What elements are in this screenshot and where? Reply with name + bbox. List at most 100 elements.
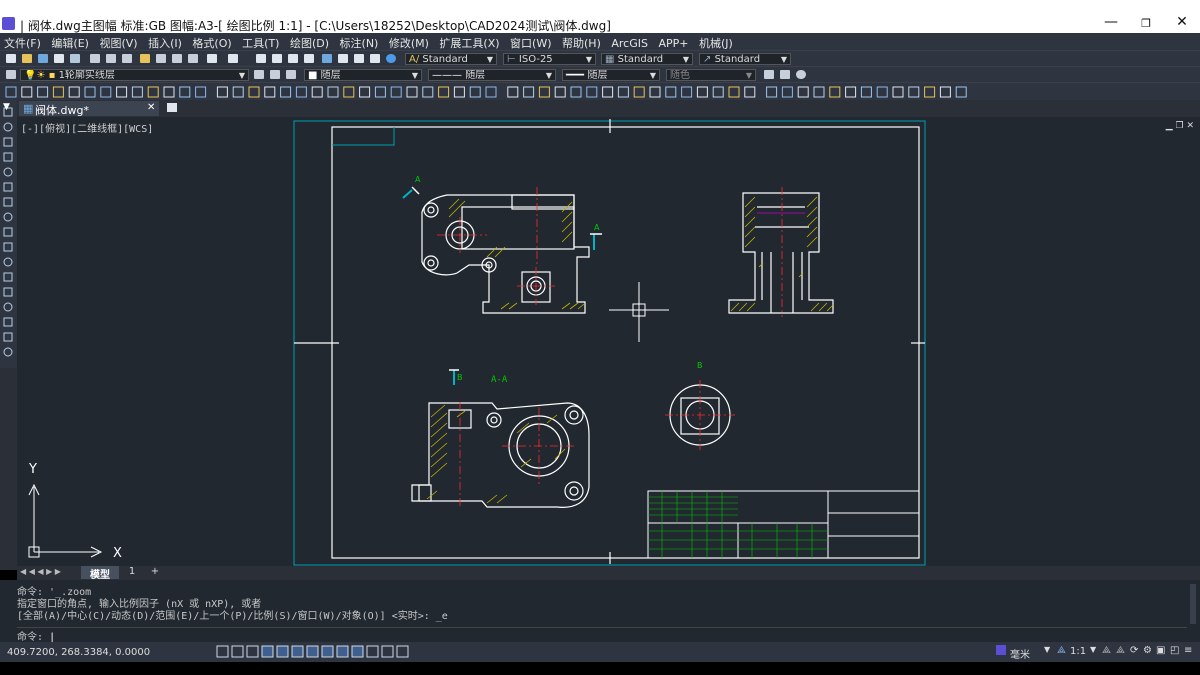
annotation-scale-icon[interactable]: ⟁ [1057,645,1066,656]
mechanical-tool-icon[interactable] [538,86,550,98]
mechanical-tool-icon[interactable] [633,86,645,98]
mechanical-tool-icon[interactable] [649,86,661,98]
table-style-select[interactable]: ▦ Standard ▼ [601,53,693,65]
mechanical-tool-icon[interactable] [523,86,535,98]
match-properties-icon[interactable] [140,54,150,63]
menu-tools[interactable]: 工具(T) [242,35,279,51]
workspace-settings-icon[interactable]: ⚙ [1143,645,1152,656]
mechanical-tool-icon[interactable] [295,86,307,98]
menu-extended-tools[interactable]: 扩展工具(X) [439,35,499,51]
brush-icon[interactable] [172,54,182,63]
mechanical-tool-icon[interactable] [68,86,80,98]
design-center-icon[interactable] [338,54,348,63]
status-toggle-icon[interactable] [336,645,349,658]
menu-draw[interactable]: 绘图(D) [290,35,329,51]
annotation-visibility-icon[interactable]: ⟁ [1102,645,1111,656]
mechanical-tool-icon[interactable] [390,86,402,98]
mechanical-tool-icon[interactable] [179,86,191,98]
mechanical-tool-icon[interactable] [924,86,936,98]
draw-tool-icon[interactable] [3,137,13,147]
preview-icon[interactable] [70,54,80,63]
draw-tool-icon[interactable] [3,227,13,237]
mechanical-tool-icon[interactable] [485,86,497,98]
mechanical-tool-icon[interactable] [5,86,17,98]
tab-model[interactable]: 模型 [81,566,119,581]
mechanical-tool-icon[interactable] [860,86,872,98]
block-icon[interactable] [156,54,166,63]
draw-tool-icon[interactable] [3,167,13,177]
draw-tool-icon[interactable] [3,317,13,327]
annotation-scale[interactable]: 1:1 [1070,646,1086,657]
layer-select[interactable]: 💡☀ ▪ 1轮廓实线层 ▼ [20,69,249,81]
draw-tool-icon[interactable] [3,347,13,357]
make-current-icon[interactable] [254,70,264,79]
mechanical-tool-icon[interactable] [438,86,450,98]
measure-icon[interactable] [764,70,774,79]
mechanical-tool-icon[interactable] [797,86,809,98]
linetype-select[interactable]: ——— 随层 ▼ [428,69,556,81]
mechanical-tool-icon[interactable] [665,86,677,98]
drafting-toggles[interactable] [214,642,414,662]
plotstyle-select[interactable]: 随色 ▼ [666,69,756,81]
command-input[interactable]: 命令: | [17,627,1187,643]
menu-format[interactable]: 格式(O) [192,35,231,51]
cad-drawing[interactable]: A-A A A B B Y X [17,117,1200,566]
dim-style-select[interactable]: ⊢ ISO-25 ▼ [503,53,596,65]
mechanical-tool-icon[interactable] [681,86,693,98]
status-toggle-icon[interactable] [276,645,289,658]
draw-tool-icon[interactable] [3,272,13,282]
mechanical-tool-icon[interactable] [728,86,740,98]
mechanical-tool-icon[interactable] [131,86,143,98]
zoom-previous-icon[interactable] [304,54,314,63]
mechanical-tool-icon[interactable] [766,86,778,98]
mechanical-tool-icon[interactable] [195,86,207,98]
mechanical-tool-icon[interactable] [955,86,967,98]
status-toggle-icon[interactable] [216,645,229,658]
mechanical-tool-icon[interactable] [37,86,49,98]
sheet-set-icon[interactable] [370,54,380,63]
mechanical-tool-icon[interactable] [343,86,355,98]
help-icon[interactable] [386,54,396,63]
tab-add[interactable]: + [145,566,165,577]
menu-edit[interactable]: 编辑(E) [51,35,89,51]
tab-valve-body[interactable]: ▦ 阀体.dwg* ✕ [19,101,159,117]
mechanical-tool-icon[interactable] [311,86,323,98]
mechanical-tool-icon[interactable] [163,86,175,98]
undo-icon[interactable] [207,54,217,63]
maximize-button[interactable]: ❐ [1126,17,1166,30]
new-tab-icon[interactable] [167,103,177,112]
menu-app[interactable]: APP+ [658,37,688,50]
multileader-style-select[interactable]: ↗ Standard ▼ [699,53,791,65]
mechanical-tool-icons[interactable] [0,83,980,101]
mechanical-tool-icon[interactable] [845,86,857,98]
mechanical-tool-icon[interactable] [374,86,386,98]
mechanical-tool-icon[interactable] [813,86,825,98]
command-scrollbar[interactable] [1190,584,1196,624]
mechanical-tool-icon[interactable] [453,86,465,98]
mechanical-tool-icon[interactable] [602,86,614,98]
customization-icon[interactable]: ≡ [1184,645,1192,656]
status-toggle-icon[interactable] [321,645,334,658]
redo-icon[interactable] [228,54,238,63]
lineweight-select[interactable]: ━━━ 随层 ▼ [562,69,660,81]
mechanical-tool-icon[interactable] [586,86,598,98]
draw-tool-icon[interactable] [3,197,13,207]
copy-icon[interactable] [106,54,116,63]
paste-icon[interactable] [122,54,132,63]
zoom-realtime-icon[interactable] [272,54,282,63]
layer-previous-icon[interactable] [270,70,280,79]
mechanical-tool-icon[interactable] [939,86,951,98]
units-select[interactable]: 毫米 [1010,646,1030,661]
draw-tool-icon[interactable] [3,122,13,132]
tab-nav-arrows[interactable]: ◀ ◀ ◀ ▶ ▶ [20,567,61,576]
layer-manager-icon[interactable] [6,70,16,79]
open-icon[interactable] [22,54,32,63]
scale-dropdown-icon[interactable]: ▼ [1090,645,1096,654]
menu-file[interactable]: 文件(F) [4,35,41,51]
draw-tool-icon[interactable] [3,287,13,297]
draw-tool-icon[interactable] [3,182,13,192]
mechanical-tool-icon[interactable] [147,86,159,98]
mechanical-tool-icon[interactable] [248,86,260,98]
erase-icon[interactable] [188,54,198,63]
tab-close-icon[interactable]: ✕ [147,102,155,113]
